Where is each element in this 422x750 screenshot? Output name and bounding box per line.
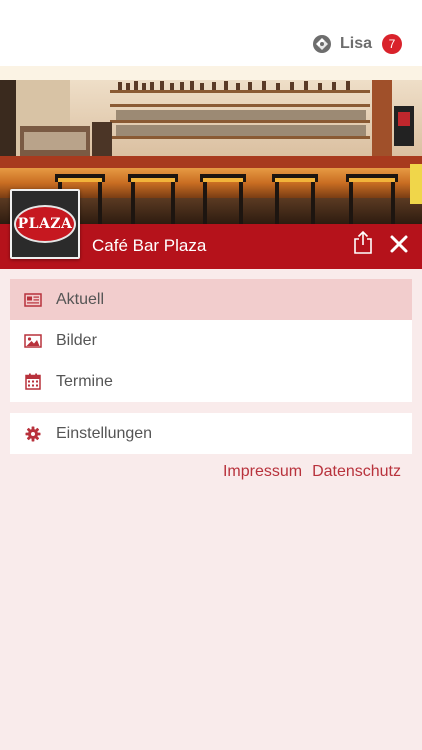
user-name[interactable]: Lisa xyxy=(340,35,372,53)
menu-item-label: Aktuell xyxy=(56,290,105,308)
gear-icon xyxy=(24,425,42,443)
news-icon xyxy=(24,291,42,309)
menu-item-termine[interactable]: Termine xyxy=(10,361,412,402)
share-icon xyxy=(353,230,373,259)
close-icon xyxy=(389,234,409,259)
menu-item-label: Bilder xyxy=(56,331,97,349)
menu-item-label: Termine xyxy=(56,372,113,390)
settings-card: Einstellungen xyxy=(10,413,412,454)
notification-badge[interactable]: 7 xyxy=(382,34,402,54)
navigation-menu: Aktuell Bilder Termine Einstellungen xyxy=(10,279,412,454)
menu-item-einstellungen[interactable]: Einstellungen xyxy=(10,413,412,454)
venue-title: Café Bar Plaza xyxy=(92,236,207,255)
close-button[interactable] xyxy=(388,235,410,257)
menu-item-label: Einstellungen xyxy=(56,424,153,442)
share-button[interactable] xyxy=(352,230,374,259)
image-icon xyxy=(24,332,42,350)
main-menu-card: Aktuell Bilder Termine xyxy=(10,279,412,402)
venue-logo-text: PLAZA xyxy=(14,205,76,243)
datenschutz-link[interactable]: Datenschutz xyxy=(312,463,401,481)
impressum-link[interactable]: Impressum xyxy=(223,463,302,481)
footer-links: Impressum Datenschutz xyxy=(223,463,401,481)
user-network-icon xyxy=(312,34,332,54)
top-bar: Lisa 7 xyxy=(0,0,422,66)
menu-item-bilder[interactable]: Bilder xyxy=(10,320,412,361)
venue-logo: PLAZA xyxy=(10,189,80,259)
menu-item-aktuell[interactable]: Aktuell xyxy=(10,279,412,320)
calendar-icon xyxy=(24,373,42,391)
user-menu[interactable]: Lisa 7 xyxy=(312,33,402,55)
